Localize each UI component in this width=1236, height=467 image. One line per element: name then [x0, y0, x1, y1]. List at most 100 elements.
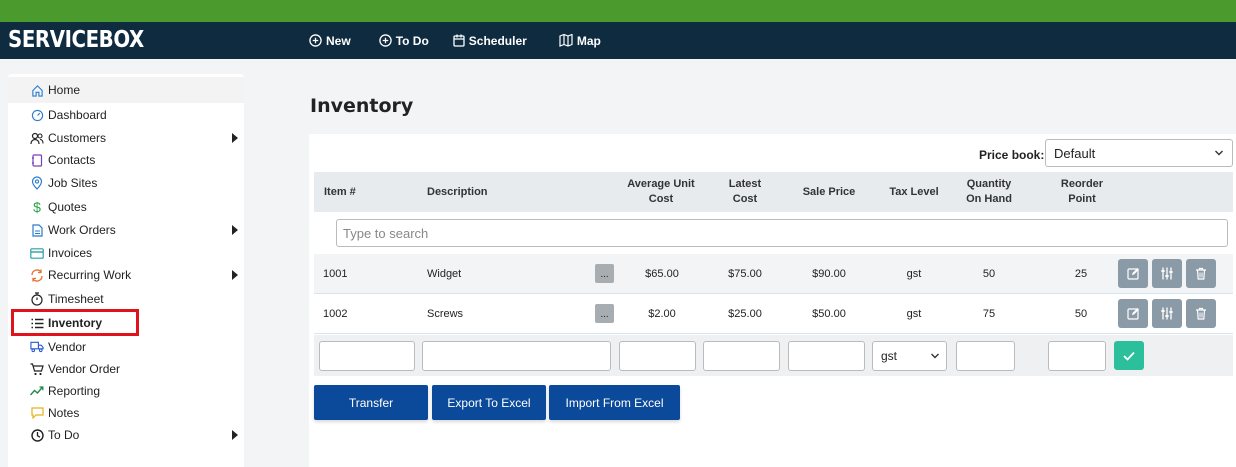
new-sale-price-input[interactable]: [788, 341, 865, 371]
sidebar-item-home[interactable]: Home: [8, 77, 244, 103]
price-book-select[interactable]: Default: [1045, 139, 1233, 167]
sidebar-item-timesheet[interactable]: Timesheet: [8, 288, 244, 310]
truck-icon: [30, 340, 44, 354]
col-qty[interactable]: Quantity On Hand: [959, 172, 1019, 212]
nav-new-button[interactable]: New: [309, 34, 351, 48]
edit-icon: [1126, 268, 1139, 280]
checkmark-icon: [1123, 351, 1135, 361]
sidebar-item-label: Job Sites: [48, 176, 98, 190]
col-description[interactable]: Description: [427, 172, 577, 212]
sidebar: Home Dashboard Customers Contacts Job Si…: [8, 74, 244, 467]
more-options-button[interactable]: ...: [595, 304, 614, 323]
home-icon: [30, 83, 44, 97]
delete-button[interactable]: [1186, 299, 1216, 328]
sidebar-item-label: Customers: [48, 131, 107, 145]
sidebar-item-vendor-order[interactable]: Vendor Order: [8, 358, 244, 380]
nav-scheduler-button[interactable]: Scheduler: [453, 34, 527, 48]
sidebar-item-label: Home: [48, 83, 81, 97]
dashboard-icon: [30, 108, 44, 122]
cell-description: Screws: [427, 308, 464, 320]
cell-sale-price: $50.00: [812, 308, 846, 320]
chevron-right-icon[interactable]: [232, 430, 238, 440]
sidebar-item-label: Work Orders: [48, 223, 116, 237]
table-row: 1002 Screws ... $2.00 $25.00 $50.00 gst …: [314, 294, 1233, 334]
credit-card-icon: [30, 246, 44, 260]
cell-sale-price: $90.00: [812, 268, 846, 280]
add-item-row: gst: [314, 335, 1233, 376]
sidebar-item-label: Recurring Work: [48, 268, 132, 282]
chevron-right-icon[interactable]: [232, 133, 238, 143]
confirm-add-button[interactable]: [1114, 341, 1144, 370]
new-latest-cost-input[interactable]: [703, 341, 780, 371]
cell-reorder: 25: [1074, 268, 1088, 280]
adjust-button[interactable]: [1152, 299, 1182, 328]
sidebar-item-label: Notes: [48, 406, 80, 420]
sidebar-item-label: Vendor Order: [48, 362, 121, 376]
top-navbar: SERVICEBOX New To Do Scheduler Map: [0, 22, 1236, 59]
sidebar-item-label: Contacts: [48, 153, 96, 167]
sidebar-item-vendor[interactable]: Vendor: [8, 336, 244, 358]
edit-button[interactable]: [1118, 259, 1148, 288]
sidebar-item-notes[interactable]: Notes: [8, 402, 244, 424]
new-avg-cost-input[interactable]: [619, 341, 696, 371]
col-item[interactable]: Item #: [324, 172, 414, 212]
search-input[interactable]: Type to search: [336, 219, 1228, 247]
sidebar-item-customers[interactable]: Customers: [8, 127, 244, 149]
new-item-input[interactable]: [319, 341, 415, 371]
nav-map-button[interactable]: Map: [559, 34, 601, 48]
inventory-panel: Price book: Default Item # Description A…: [309, 134, 1236, 467]
plus-circle-icon: [378, 34, 392, 47]
sidebar-item-dashboard[interactable]: Dashboard: [8, 104, 244, 126]
cell-qty: 50: [982, 268, 996, 280]
new-tax-level-select[interactable]: gst: [872, 341, 947, 371]
brand-logo[interactable]: SERVICEBOX: [8, 27, 144, 53]
trend-icon: [30, 384, 44, 398]
main-content: Inventory Price book: Default Item # Des…: [309, 74, 1236, 467]
cell-avg-cost: $2.00: [648, 308, 676, 320]
import-excel-button[interactable]: Import From Excel: [549, 385, 680, 420]
col-avg-cost[interactable]: Average Unit Cost: [620, 172, 702, 212]
trash-icon: [1196, 307, 1206, 320]
new-description-input[interactable]: [422, 341, 611, 371]
col-reorder[interactable]: Reorder Point: [1052, 172, 1112, 212]
map-icon: [559, 34, 573, 47]
sidebar-item-quotes[interactable]: $ Quotes: [8, 196, 244, 218]
col-latest-cost[interactable]: Latest Cost: [718, 172, 772, 212]
chevron-down-icon: [931, 353, 939, 359]
col-sale-price[interactable]: Sale Price: [794, 172, 864, 212]
chevron-right-icon[interactable]: [232, 225, 238, 235]
dollar-icon: $: [33, 199, 41, 215]
adjust-button[interactable]: [1152, 259, 1182, 288]
sidebar-item-job-sites[interactable]: Job Sites: [8, 172, 244, 194]
refresh-icon: [30, 268, 44, 282]
new-qty-input[interactable]: [956, 341, 1015, 371]
new-reorder-input[interactable]: [1048, 341, 1106, 371]
export-excel-button[interactable]: Export To Excel: [432, 385, 546, 420]
transfer-button[interactable]: Transfer: [314, 385, 428, 420]
top-accent-strip: [0, 0, 1236, 22]
price-book-label: Price book:: [979, 148, 1045, 162]
edit-button[interactable]: [1118, 299, 1148, 328]
chevron-right-icon[interactable]: [232, 270, 238, 280]
sidebar-item-label: To Do: [48, 428, 80, 442]
calendar-icon: [453, 34, 465, 47]
nav-todo-button[interactable]: To Do: [378, 34, 429, 48]
cell-item: 1002: [323, 308, 348, 320]
search-row: Type to search: [314, 212, 1233, 254]
col-tax-level[interactable]: Tax Level: [882, 172, 946, 212]
cell-avg-cost: $65.00: [645, 268, 679, 280]
sidebar-item-invoices[interactable]: Invoices: [8, 242, 244, 264]
sidebar-item-todo[interactable]: To Do: [8, 424, 244, 446]
price-book-value: Default: [1054, 145, 1096, 161]
sidebar-item-reporting[interactable]: Reporting: [8, 380, 244, 402]
cell-description: Widget: [427, 268, 462, 280]
delete-button[interactable]: [1186, 259, 1216, 288]
sidebar-item-label: Quotes: [48, 200, 87, 214]
location-pin-icon: [30, 176, 44, 190]
clock-icon: [30, 428, 44, 442]
sidebar-item-contacts[interactable]: Contacts: [8, 149, 244, 171]
more-options-button[interactable]: ...: [595, 264, 614, 283]
sidebar-item-work-orders[interactable]: Work Orders: [8, 219, 244, 241]
plus-circle-icon: [309, 34, 322, 47]
sidebar-item-recurring-work[interactable]: Recurring Work: [8, 264, 244, 286]
